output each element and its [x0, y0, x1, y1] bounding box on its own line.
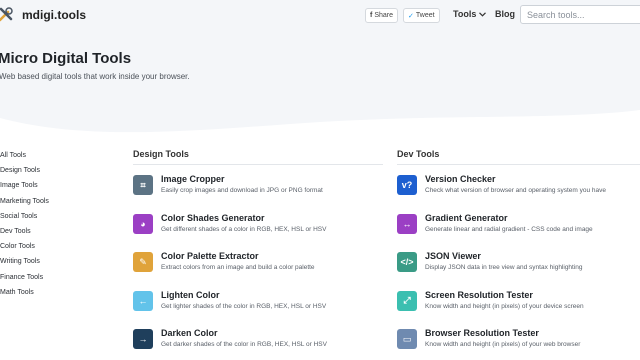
- tool-description: Check what version of browser and operat…: [425, 187, 607, 194]
- tool-description: Extract colors from an image and build a…: [161, 264, 315, 271]
- tool-name[interactable]: Lighten Color: [161, 290, 220, 300]
- tool-name[interactable]: Image Cropper: [161, 174, 225, 184]
- tool-description: Get different shades of a color in RGB, …: [161, 225, 327, 233]
- hero-wave-shape: [0, 110, 640, 135]
- chevron-down-icon: [479, 11, 487, 17]
- tool-description: Easily crop images and download in JPG o…: [161, 187, 323, 194]
- tool-description: Know width and height (in pixels) of you…: [425, 302, 584, 310]
- palette-icon: ◕: [133, 213, 153, 234]
- design-divider: [133, 164, 383, 165]
- tool-card[interactable]: ← Lighten Color Get lighter shades of the …: [133, 290, 383, 320]
- tool-card[interactable]: v? Version Checker Check what version of b…: [397, 174, 640, 204]
- tool-card[interactable]: → Darken Color Get darker shades of the co…: [133, 328, 383, 358]
- tool-name[interactable]: Darken Color: [161, 328, 218, 338]
- search-input[interactable]: [520, 5, 640, 24]
- sidebar-item[interactable]: Image Tools: [0, 178, 49, 193]
- design-tools-heading: Design Tools: [133, 149, 189, 159]
- dev-divider: [397, 164, 640, 165]
- sidebar-item[interactable]: Marketing Tools: [0, 194, 49, 209]
- brand-name[interactable]: mdigi.tools: [22, 8, 86, 22]
- nav-blog-link[interactable]: Blog: [495, 9, 515, 19]
- tool-card[interactable]: </> JSON Viewer Display JSON data in tree …: [397, 251, 640, 281]
- sidebar-item[interactable]: Writing Tools: [0, 254, 49, 269]
- gradient-icon: ↔: [397, 213, 417, 234]
- tool-description: Display JSON data in tree view and synta…: [425, 264, 583, 271]
- nav-tools-dropdown[interactable]: Tools: [453, 9, 487, 19]
- tool-name[interactable]: Browser Resolution Tester: [425, 328, 539, 338]
- dev-tools-heading: Dev Tools: [397, 149, 440, 159]
- nav-tools-label: Tools: [453, 9, 477, 19]
- hero-section: Micro Digital Tools Web based digital to…: [0, 30, 640, 135]
- sidebar-item[interactable]: All Tools: [0, 148, 49, 163]
- expand-icon: ⤢: [397, 290, 417, 311]
- tools-logo-icon[interactable]: [0, 6, 14, 22]
- top-navbar: mdigi.tools f Share ✓ Tweet Tools Blog: [0, 0, 640, 30]
- crop-icon: ⌗: [133, 175, 153, 195]
- tool-card[interactable]: ⌗ Image Cropper Easily crop images and dow…: [133, 174, 383, 204]
- twitter-icon: ✓: [408, 12, 414, 20]
- facebook-icon: f: [370, 12, 373, 19]
- facebook-share-button[interactable]: f Share: [365, 8, 399, 23]
- tool-description: Get lighter shades of the color in RGB, …: [161, 302, 327, 310]
- tool-card[interactable]: ✎ Color Palette Extractor Extract colors f…: [133, 251, 383, 281]
- sidebar-item[interactable]: Social Tools: [0, 209, 49, 224]
- page-title: Micro Digital Tools: [0, 50, 132, 67]
- code-icon: </>: [397, 252, 417, 272]
- share-label: Share: [374, 12, 394, 19]
- eyedropper-icon: ✎: [133, 252, 153, 272]
- arrow-left-icon: ←: [133, 290, 153, 311]
- category-sidebar: All Tools Design Tools Image Tools Marketin…: [0, 148, 49, 300]
- sidebar-item[interactable]: Color Tools: [0, 239, 49, 254]
- sidebar-item[interactable]: Dev Tools: [0, 224, 49, 239]
- tool-name[interactable]: Version Checker: [425, 174, 496, 184]
- tool-name[interactable]: Gradient Generator: [425, 213, 508, 223]
- tool-card[interactable]: ▭ Browser Resolution Tester Know width and…: [397, 328, 640, 358]
- sidebar-item[interactable]: Design Tools: [0, 163, 49, 178]
- tweet-label: Tweet: [415, 12, 435, 19]
- version-icon: v?: [397, 175, 417, 195]
- sidebar-item[interactable]: Math Tools: [0, 285, 49, 300]
- tool-name[interactable]: Screen Resolution Tester: [425, 290, 533, 300]
- tool-name[interactable]: JSON Viewer: [425, 251, 481, 261]
- tool-card[interactable]: ⤢ Screen Resolution Tester Know width and …: [397, 290, 640, 320]
- page-subtitle: Web based digital tools that work inside…: [0, 72, 190, 81]
- sidebar-item[interactable]: Finance Tools: [0, 270, 49, 285]
- tool-card[interactable]: ◕ Color Shades Generator Get different sha…: [133, 213, 383, 243]
- tool-name[interactable]: Color Shades Generator: [161, 213, 265, 223]
- tool-card[interactable]: ↔ Gradient Generator Generate linear and r…: [397, 213, 640, 243]
- tool-name[interactable]: Color Palette Extractor: [161, 251, 259, 261]
- browser-icon: ▭: [397, 329, 417, 349]
- tweet-button[interactable]: ✓ Tweet: [403, 8, 440, 23]
- tool-description: Generate linear and radial gradient - CS…: [425, 225, 593, 233]
- arrow-right-icon: →: [133, 329, 153, 349]
- tool-description: Get darker shades of the color in RGB, H…: [161, 341, 327, 348]
- tool-description: Know width and height (in pixels) of you…: [425, 341, 581, 348]
